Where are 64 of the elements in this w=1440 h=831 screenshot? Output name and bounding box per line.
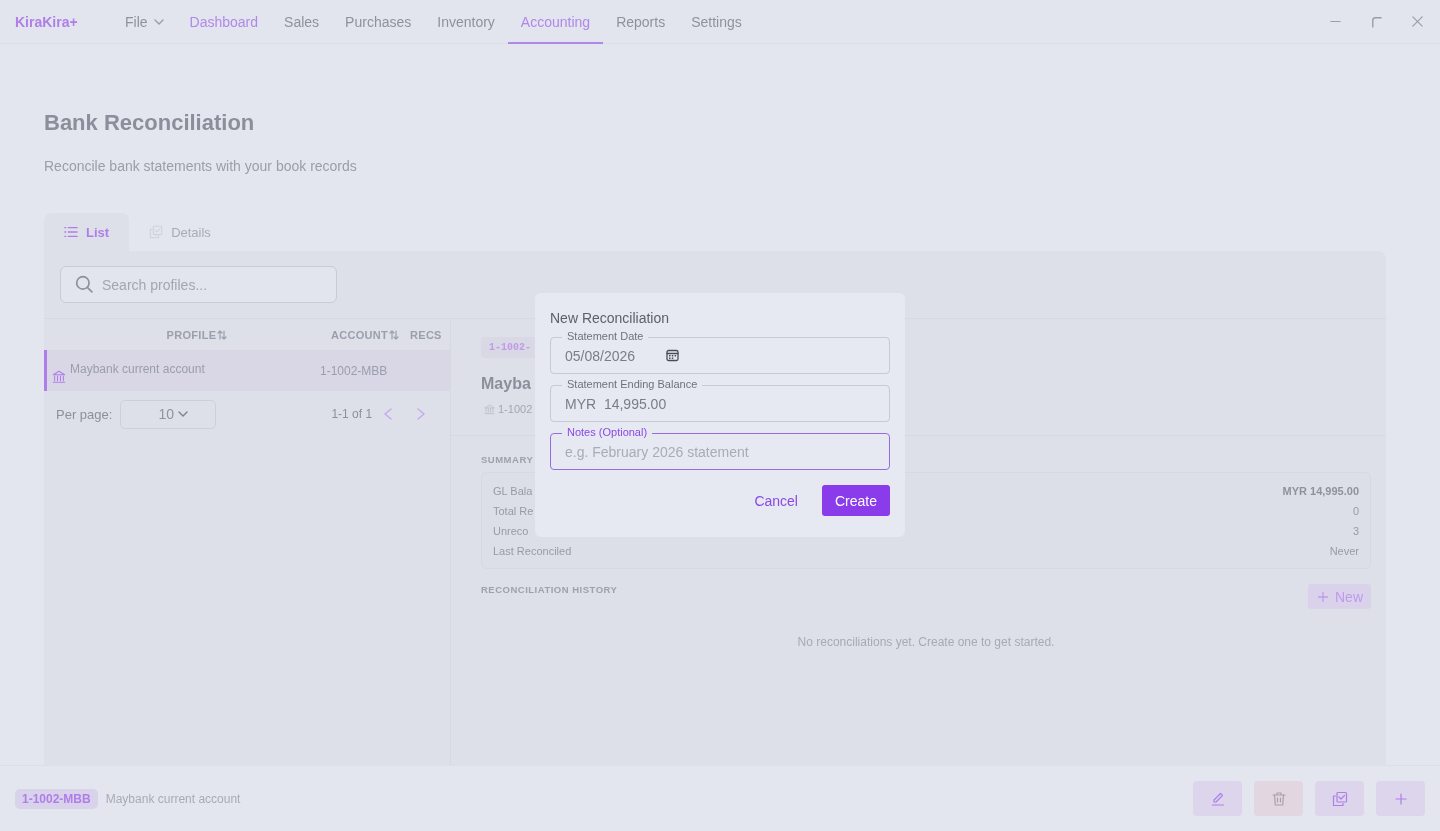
nav-tab[interactable]: Settings bbox=[678, 0, 755, 44]
field-label: Notes (Optional) bbox=[562, 425, 653, 439]
sort-icon[interactable] bbox=[217, 329, 228, 340]
field-label: Statement Ending Balance bbox=[562, 377, 703, 391]
bank-icon bbox=[484, 403, 495, 415]
profile-name: Maybank current account bbox=[105, 791, 241, 806]
summary-value: 0 bbox=[1352, 504, 1359, 518]
nav-tab[interactable]: Dashboard bbox=[176, 0, 272, 44]
column-header[interactable]: RECS bbox=[410, 324, 442, 345]
calendar-icon[interactable] bbox=[666, 349, 679, 362]
summary-label: Total Re bbox=[493, 504, 534, 518]
per-page-select[interactable]: 10 bbox=[120, 399, 217, 429]
cancel-button[interactable]: Cancel bbox=[746, 486, 806, 515]
summary-value: 3 bbox=[1352, 524, 1359, 538]
account-code: 1-1002-MBB bbox=[320, 363, 388, 378]
summary-label: GL Bala bbox=[493, 484, 533, 498]
caret-icon bbox=[153, 18, 164, 25]
per-page-label: Per page: bbox=[56, 406, 113, 422]
search-icon bbox=[75, 275, 93, 293]
chevron-right-icon bbox=[415, 408, 428, 420]
dialog-title: New Reconciliation bbox=[550, 310, 671, 326]
account-code: 1-1002 bbox=[498, 403, 533, 415]
add-button[interactable] bbox=[1376, 781, 1425, 816]
pencil-icon bbox=[1209, 790, 1226, 807]
column-header[interactable]: ACCOUNT bbox=[330, 324, 400, 345]
profile-title: Mayba bbox=[481, 375, 531, 393]
create-button[interactable]: Create bbox=[821, 485, 890, 516]
page-subtitle: Reconcile bank statements with your book records bbox=[44, 158, 358, 174]
nav-tab[interactable]: Inventory bbox=[424, 0, 508, 44]
table-row[interactable]: Maybank current account 1-1002-MBB bbox=[44, 350, 450, 391]
chevron-left-icon bbox=[382, 408, 395, 420]
app-logo: KiraKira+ bbox=[15, 13, 79, 30]
view-tab[interactable]: List bbox=[44, 213, 130, 251]
bank-icon bbox=[52, 369, 66, 384]
trash-icon bbox=[1270, 790, 1287, 807]
new-button[interactable]: New bbox=[1308, 584, 1371, 609]
file-menu[interactable]: File bbox=[112, 0, 177, 44]
search-field[interactable]: Search profiles... bbox=[60, 266, 337, 303]
maximize-icon[interactable] bbox=[1370, 15, 1383, 28]
sort-icon[interactable] bbox=[389, 329, 400, 340]
profile-name: Maybank current account bbox=[70, 361, 205, 376]
summary-value: Never bbox=[1329, 544, 1359, 558]
nav-tab[interactable]: Sales bbox=[271, 0, 333, 44]
section-heading: RECONCILIATION HISTORY bbox=[481, 584, 618, 595]
column-header[interactable]: PROFILE bbox=[166, 324, 228, 345]
plus-icon bbox=[1318, 591, 1328, 602]
page-title: Bank Reconciliation bbox=[44, 110, 256, 136]
account-badge: 1-1002-MBB bbox=[15, 788, 98, 809]
nav-tab[interactable]: Purchases bbox=[332, 0, 425, 44]
delete-button[interactable] bbox=[1254, 781, 1303, 816]
caret-icon bbox=[178, 411, 189, 417]
edit-button[interactable] bbox=[1193, 781, 1242, 816]
summary-label: Last Reconciled bbox=[493, 544, 572, 558]
page-range: 1-1 of 1 bbox=[331, 407, 373, 421]
duplicate-button[interactable] bbox=[1315, 781, 1364, 816]
nav-tab[interactable]: Reports bbox=[603, 0, 679, 44]
summary-value: MYR 14,995.00 bbox=[1282, 484, 1359, 498]
checked-copy-icon bbox=[1331, 790, 1348, 807]
list-icon bbox=[64, 225, 78, 239]
nav-tab[interactable]: Accounting bbox=[507, 0, 604, 44]
summary-label: Unreco bbox=[493, 524, 529, 538]
field-label: Statement Date bbox=[562, 329, 649, 343]
section-heading: SUMMARY bbox=[481, 454, 534, 465]
close-icon[interactable] bbox=[1411, 15, 1424, 28]
